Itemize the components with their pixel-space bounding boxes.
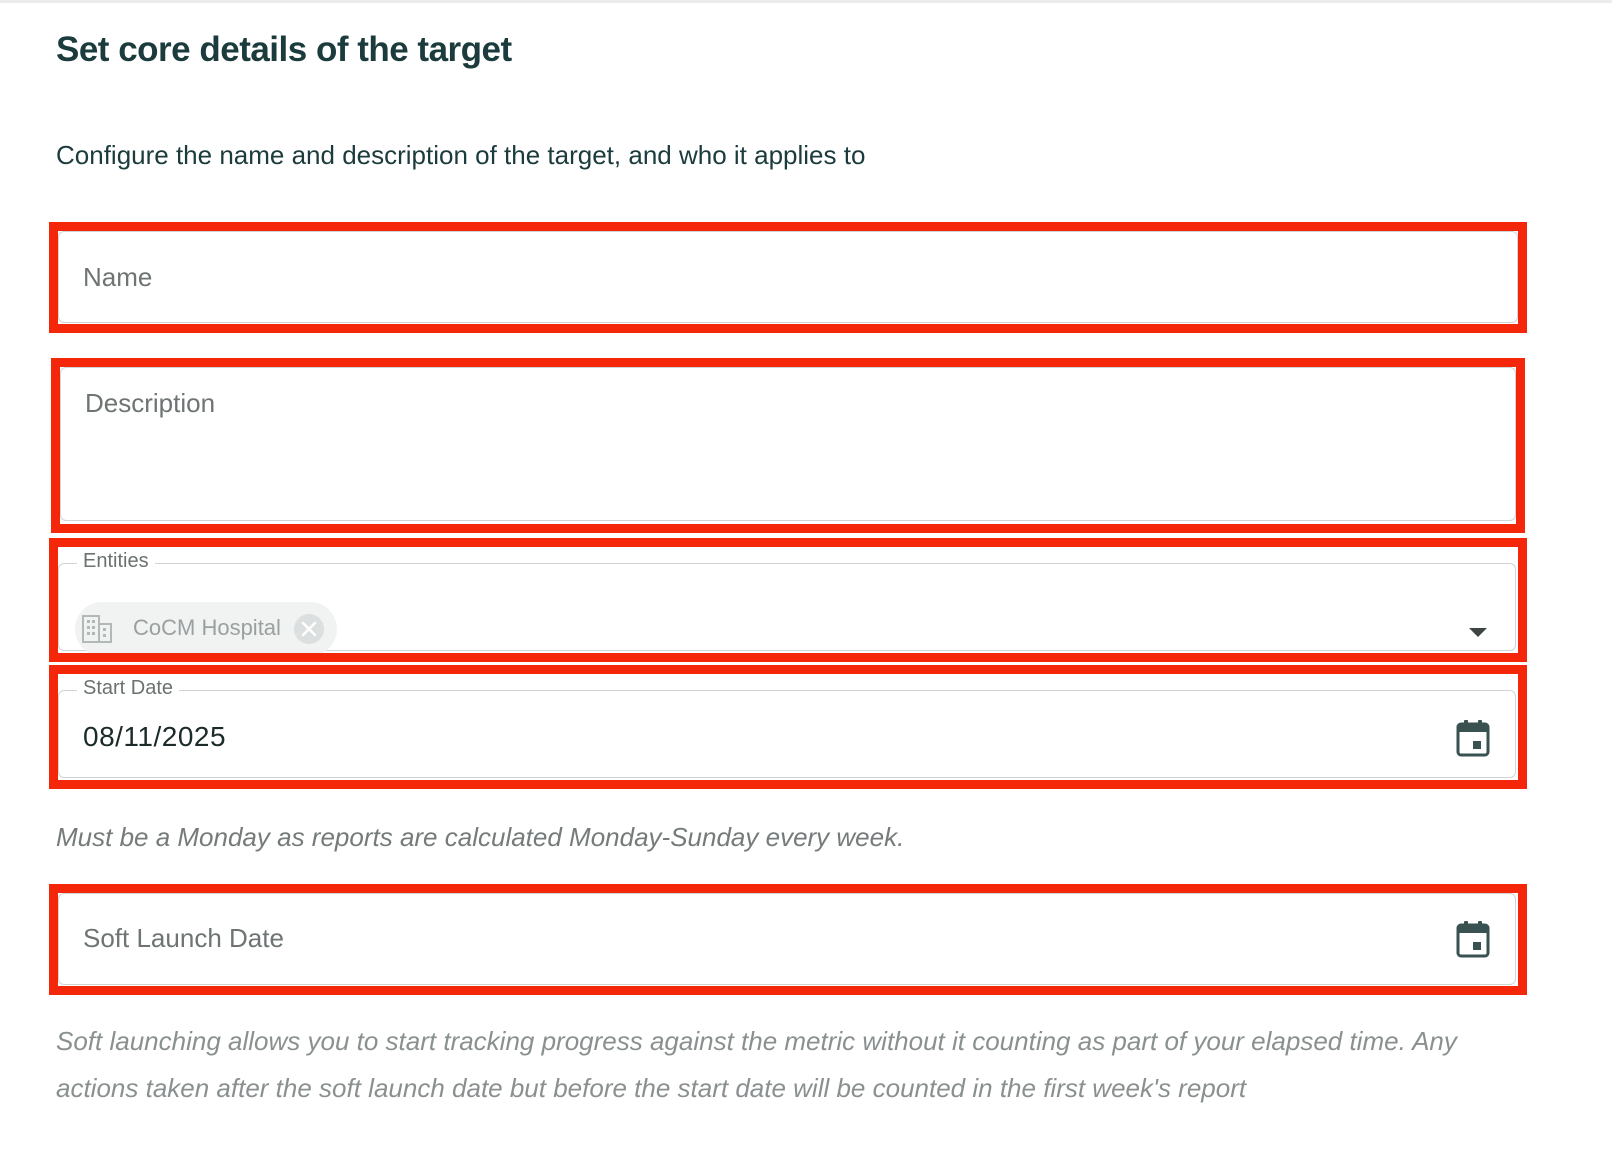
highlight-start-date-field [49, 665, 1527, 789]
start-date-helper: Must be a Monday as reports are calculat… [56, 822, 905, 852]
section-subtitle: Configure the name and description of th… [56, 140, 866, 170]
soft-launch-date-helper: Soft launching allows you to start track… [56, 1026, 1457, 1103]
section-title: Set core details of the target [56, 30, 512, 69]
highlight-soft-launch-date-field [49, 884, 1527, 995]
highlight-name-field [49, 222, 1527, 333]
top-divider [0, 0, 1612, 3]
highlight-entities-select [49, 538, 1527, 662]
highlight-description-field [51, 358, 1525, 533]
